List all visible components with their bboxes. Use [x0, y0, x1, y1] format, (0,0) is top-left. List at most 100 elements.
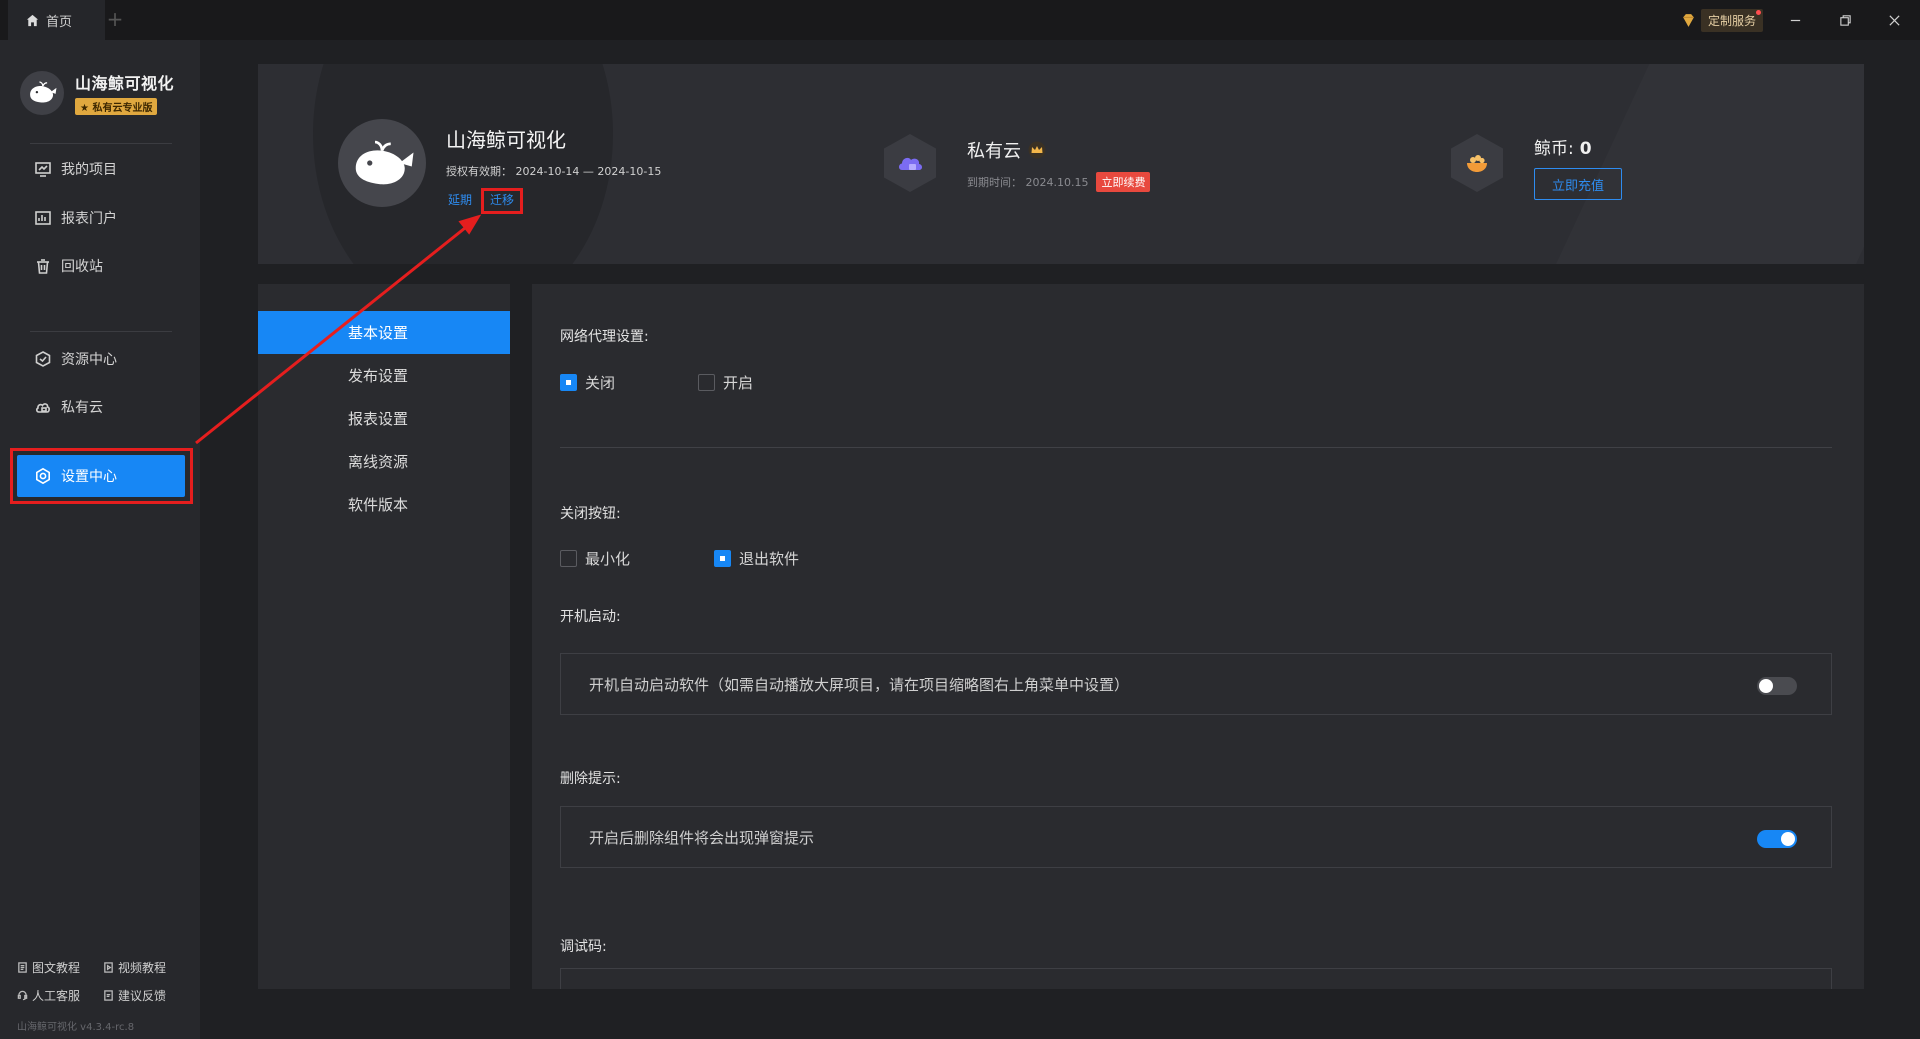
- sidebar-item-report-portal[interactable]: 报表门户: [17, 197, 185, 239]
- sidebar-item-label: 回收站: [61, 259, 103, 275]
- diamond-icon: [1683, 13, 1694, 27]
- close-exit-label: 退出软件: [739, 550, 800, 568]
- video-tutorial-link[interactable]: 视频教程: [103, 959, 189, 976]
- headset-icon: [17, 990, 28, 1001]
- settings-tab-offline-resources[interactable]: 离线资源: [258, 440, 510, 483]
- proxy-section-label: 网络代理设置:: [560, 329, 649, 345]
- proxy-off-label: 关闭: [585, 374, 616, 392]
- checkbox-box: [560, 550, 577, 567]
- video-tutorial-label: 视频教程: [118, 961, 167, 975]
- settings-tab-report[interactable]: 报表设置: [258, 397, 510, 440]
- sidebar-divider: [30, 331, 172, 332]
- minimize-button[interactable]: [1781, 6, 1809, 34]
- feedback-link[interactable]: 建议反馈: [103, 987, 189, 1004]
- brand-logo: [20, 70, 64, 115]
- coin-balance: 鲸币: 0: [1534, 134, 1592, 159]
- trash-icon: [37, 259, 49, 274]
- close-icon: [1888, 14, 1900, 26]
- coin-label: 鲸币:: [1534, 139, 1574, 159]
- feedback-label: 建议反馈: [118, 989, 167, 1003]
- edition-badge: ★ 私有云专业版: [75, 98, 158, 115]
- report-portal-icon: [35, 211, 51, 225]
- customer-service-link[interactable]: 人工客服: [17, 987, 103, 1004]
- decoration: [1542, 64, 1864, 264]
- license-validity: 授权有效期： 2024-10-14 — 2024-10-15: [446, 165, 662, 178]
- close-button-section-label: 关闭按钮:: [560, 506, 621, 522]
- whale-icon: [30, 80, 57, 103]
- sidebar-item-label: 我的项目: [61, 162, 117, 178]
- help-row: 图文教程 视频教程: [17, 959, 189, 976]
- private-cloud-badge: [884, 134, 936, 192]
- annotation-highlight-migrate: [481, 188, 523, 214]
- video-icon: [104, 962, 113, 973]
- custom-service-button[interactable]: 定制服务: [1680, 8, 1769, 32]
- whale-icon: [355, 140, 414, 185]
- delete-prompt-section-label: 删除提示:: [560, 771, 621, 787]
- tab-home-label: 首页: [46, 14, 73, 30]
- delete-prompt-toggle[interactable]: [1757, 830, 1797, 848]
- sidebar-item-label: 报表门户: [61, 211, 117, 227]
- version-label: 山海鲸可视化 v4.3.4-rc.8: [17, 1022, 135, 1033]
- checkbox-box: [698, 374, 715, 391]
- sidebar: 山海鲸可视化 ★ 私有云专业版 我的项目 报表门户 回收站 资源中心 私有云 设…: [0, 40, 200, 1039]
- sidebar-divider: [30, 143, 172, 144]
- section-divider: [560, 447, 1832, 448]
- checkbox-box: [714, 550, 731, 567]
- annotation-highlight-settings: [10, 448, 193, 504]
- restore-icon: [1839, 14, 1851, 26]
- notification-dot: [1756, 9, 1762, 15]
- startup-option: 开机自动启动软件（如需自动播放大屏项目，请在项目缩略图右上角菜单中设置）: [560, 653, 1832, 715]
- close-exit-checkbox[interactable]: 退出软件: [714, 548, 799, 569]
- close-minimize-label: 最小化: [585, 550, 631, 568]
- startup-section-label: 开机启动:: [560, 609, 621, 625]
- sidebar-item-label: 资源中心: [61, 352, 117, 368]
- settings-tab-basic[interactable]: 基本设置: [258, 311, 510, 354]
- crown-icon: [1028, 141, 1046, 159]
- private-cloud-title: 私有云: [967, 141, 1021, 162]
- sidebar-item-private-cloud[interactable]: 私有云: [17, 386, 185, 428]
- close-button[interactable]: [1880, 6, 1908, 34]
- resource-icon: [35, 351, 51, 367]
- help-row: 人工客服 建议反馈: [17, 987, 189, 1004]
- debug-code-field[interactable]: [560, 968, 1832, 989]
- expire-time: 到期时间： 2024.10.15: [967, 176, 1089, 189]
- startup-toggle[interactable]: [1757, 677, 1797, 695]
- settings-tab-software-version[interactable]: 软件版本: [258, 483, 510, 526]
- checkbox-box: [560, 374, 577, 391]
- startup-description: 开机自动启动软件（如需自动播放大屏项目，请在项目缩略图右上角菜单中设置）: [589, 675, 1130, 694]
- cloud-lock-icon: [899, 157, 922, 170]
- doc-tutorial-label: 图文教程: [32, 961, 81, 975]
- renew-button[interactable]: 立即续费: [1096, 172, 1151, 192]
- proxy-on-checkbox[interactable]: 开启: [698, 372, 753, 393]
- coin-bowl-icon: [1467, 155, 1487, 172]
- minimize-icon: [1790, 19, 1800, 21]
- coin-badge: [1451, 134, 1503, 192]
- debug-code-section-label: 调试码:: [560, 939, 607, 955]
- settings-content: 网络代理设置: 关闭 开启 关闭按钮: 最小化 退出软件 开机启动: 开机自动启…: [532, 284, 1864, 989]
- sidebar-item-resource-center[interactable]: 资源中心: [17, 338, 185, 380]
- title-bar: 首页 + 定制服务: [0, 0, 1920, 40]
- tab-home[interactable]: 首页: [8, 0, 105, 40]
- extend-link[interactable]: 延期: [448, 191, 472, 208]
- brand-name: 山海鲸可视化: [75, 74, 175, 93]
- add-tab-button[interactable]: +: [104, 8, 126, 30]
- sidebar-item-my-projects[interactable]: 我的项目: [17, 148, 185, 190]
- customer-service-label: 人工客服: [32, 989, 81, 1003]
- restore-button[interactable]: [1831, 6, 1859, 34]
- feedback-icon: [104, 990, 113, 1001]
- close-minimize-checkbox[interactable]: 最小化: [560, 548, 630, 569]
- document-icon: [18, 962, 27, 973]
- delete-prompt-option: 开启后删除组件将会出现弹窗提示: [560, 806, 1832, 868]
- settings-tab-publish[interactable]: 发布设置: [258, 354, 510, 397]
- project-icon: [35, 162, 51, 177]
- recharge-button[interactable]: 立即充值: [1534, 168, 1622, 200]
- delete-prompt-description: 开启后删除组件将会出现弹窗提示: [589, 828, 815, 847]
- profile-name: 山海鲸可视化: [446, 128, 566, 152]
- cloud-icon: [35, 403, 50, 413]
- doc-tutorial-link[interactable]: 图文教程: [17, 959, 103, 976]
- custom-service-label: 定制服务: [1708, 13, 1757, 28]
- sidebar-item-recycle-bin[interactable]: 回收站: [17, 245, 185, 287]
- profile-card: 山海鲸可视化 授权有效期： 2024-10-14 — 2024-10-15 延期…: [258, 64, 1864, 264]
- proxy-off-checkbox[interactable]: 关闭: [560, 372, 615, 393]
- home-icon: [26, 14, 39, 26]
